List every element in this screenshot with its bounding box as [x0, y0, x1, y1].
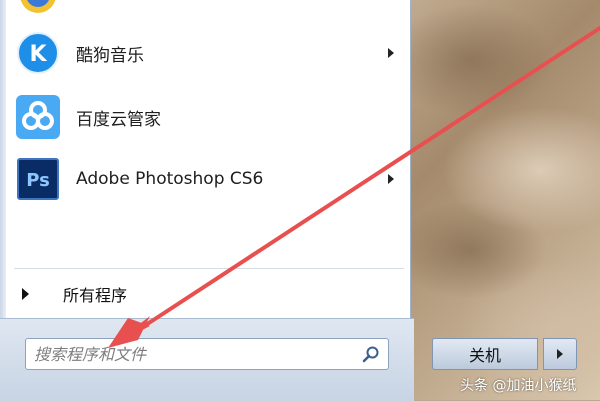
search-icon[interactable]	[362, 345, 380, 367]
app-label: Adobe Photoshop CS6	[76, 169, 264, 189]
shutdown-options-button[interactable]	[543, 338, 577, 370]
app-item-photoshop[interactable]: Ps Adobe Photoshop CS6	[8, 150, 404, 208]
svg-text:Ps: Ps	[26, 170, 50, 191]
kugou-icon: K	[14, 29, 62, 77]
baidu-cloud-icon	[14, 93, 62, 141]
search-input[interactable]	[34, 339, 354, 369]
submenu-arrow-icon	[388, 48, 394, 58]
photoshop-icon: Ps	[14, 155, 62, 203]
app-item-kugou[interactable]: K 酷狗音乐	[8, 24, 404, 82]
app-label: 酷狗音乐	[76, 45, 144, 66]
expand-arrow-icon	[22, 288, 29, 300]
shutdown-label: 关机	[468, 346, 501, 365]
all-programs-label: 所有程序	[63, 286, 128, 305]
app-item-cropped[interactable]	[8, 0, 404, 24]
menu-divider	[14, 268, 404, 269]
shutdown-button[interactable]: 关机	[432, 338, 538, 370]
chevron-right-icon	[557, 349, 563, 359]
svg-text:K: K	[29, 42, 47, 67]
all-programs-button[interactable]: 所有程序	[8, 276, 404, 312]
submenu-arrow-icon	[388, 174, 394, 184]
app-label: 百度云管家	[76, 109, 161, 130]
app-item-baidu-cloud[interactable]: 百度云管家	[8, 88, 404, 146]
search-box[interactable]	[25, 338, 389, 370]
watermark: 头条 @加油小猴纸	[460, 378, 577, 394]
cropped-app-icon	[14, 0, 62, 19]
start-menu-programs-panel: K 酷狗音乐 百度云管家 Ps Adobe Photoshop CS6 所有程序	[0, 0, 411, 400]
